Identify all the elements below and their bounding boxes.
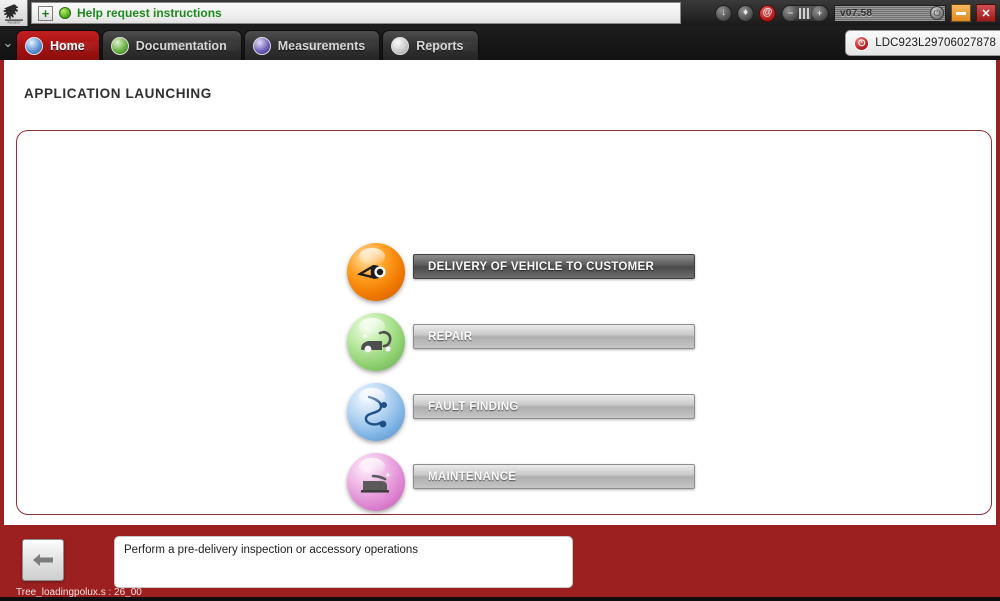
tab-documentation[interactable]: Documentation bbox=[101, 30, 242, 60]
tab-measurements[interactable]: Measurements bbox=[243, 30, 381, 60]
main-content: APPLICATION LAUNCHING DELIVERY OF VEHICL… bbox=[0, 60, 1000, 525]
minimize-glyph bbox=[956, 11, 966, 15]
power-icon: ⏻ bbox=[854, 35, 870, 51]
stethoscope-icon bbox=[347, 383, 405, 441]
menu-item-repair[interactable]: REPAIR bbox=[335, 313, 695, 371]
menu-item-fault-finding[interactable]: FAULT FINDING bbox=[335, 383, 695, 441]
oilcan-icon bbox=[347, 453, 405, 511]
download-icon[interactable]: ↓ bbox=[715, 4, 732, 22]
close-button[interactable]: ✕ bbox=[976, 4, 996, 22]
minimize-button[interactable] bbox=[951, 4, 971, 22]
content-panel: DELIVERY OF VEHICLE TO CUSTOMER REPAIR F… bbox=[16, 130, 992, 515]
application-menu-list: DELIVERY OF VEHICLE TO CUSTOMER REPAIR F… bbox=[335, 243, 695, 511]
status-message-box: Perform a pre-delivery inspection or acc… bbox=[114, 536, 573, 588]
peugeot-logo: PEUGEOT bbox=[0, 0, 28, 26]
back-arrow-icon[interactable] bbox=[22, 539, 64, 581]
version-indicator: v07.58 ⏻ bbox=[834, 4, 946, 22]
download-glyph: ↓ bbox=[721, 7, 726, 18]
report-icon bbox=[391, 36, 410, 55]
vin-value: LDC923L29706027878 bbox=[875, 37, 996, 49]
tab-home-label: Home bbox=[50, 38, 85, 53]
globe-icon bbox=[25, 36, 43, 55]
droplet-glyph: ♦ bbox=[742, 7, 749, 18]
tab-home[interactable]: Home bbox=[16, 30, 100, 60]
menu-item-maintenance-label[interactable]: MAINTENANCE bbox=[413, 464, 695, 489]
document-icon bbox=[110, 36, 129, 55]
expand-button[interactable]: + bbox=[38, 5, 53, 21]
menu-item-maintenance[interactable]: MAINTENANCE bbox=[335, 453, 695, 511]
tab-documentation-label: Documentation bbox=[135, 38, 227, 53]
email-glyph: @ bbox=[762, 7, 773, 18]
svg-text:PEUGEOT: PEUGEOT bbox=[7, 20, 20, 24]
toolbar-right: ↓ ♦ @ − + v07.58 ⏻ ✕ bbox=[715, 0, 1000, 26]
headlight-icon bbox=[347, 243, 405, 301]
application-window: PEUGEOT + Help request instructions ↓ ♦ … bbox=[0, 0, 1000, 601]
zoom-out-button[interactable]: − bbox=[783, 5, 798, 21]
tab-reports[interactable]: Reports bbox=[382, 30, 479, 60]
footer-bar: Perform a pre-delivery inspection or acc… bbox=[0, 525, 1000, 601]
version-label: v07.58 bbox=[840, 7, 873, 19]
help-request-label: Help request instructions bbox=[77, 6, 222, 20]
zoom-level-bars bbox=[799, 7, 811, 19]
tab-measurements-label: Measurements bbox=[277, 38, 366, 53]
page-title: APPLICATION LAUNCHING bbox=[24, 86, 212, 101]
droplet-icon[interactable]: ♦ bbox=[737, 4, 754, 22]
waveform-icon bbox=[252, 36, 271, 55]
title-bar: PEUGEOT + Help request instructions ↓ ♦ … bbox=[0, 0, 1000, 26]
menu-item-fault-finding-label[interactable]: FAULT FINDING bbox=[413, 394, 695, 419]
email-alert-icon[interactable]: @ bbox=[759, 4, 776, 22]
chevron-down-icon[interactable]: ⌄ bbox=[0, 26, 16, 60]
zoom-control-group[interactable]: − + bbox=[781, 4, 829, 22]
tab-reports-label: Reports bbox=[416, 38, 464, 53]
menu-item-repair-label[interactable]: REPAIR bbox=[413, 324, 695, 349]
zoom-in-button[interactable]: + bbox=[812, 5, 827, 21]
power-knob-icon[interactable]: ⏻ bbox=[930, 6, 944, 20]
window-bottom-edge bbox=[0, 597, 1000, 601]
vin-badge[interactable]: ⏻ LDC923L29706027878 bbox=[845, 30, 1000, 56]
menu-item-delivery-label[interactable]: DELIVERY OF VEHICLE TO CUSTOMER bbox=[413, 254, 695, 279]
menu-item-delivery[interactable]: DELIVERY OF VEHICLE TO CUSTOMER bbox=[335, 243, 695, 301]
help-request-bar[interactable]: + Help request instructions bbox=[31, 2, 681, 24]
green-status-icon bbox=[59, 7, 71, 19]
wrench-icon bbox=[347, 313, 405, 371]
